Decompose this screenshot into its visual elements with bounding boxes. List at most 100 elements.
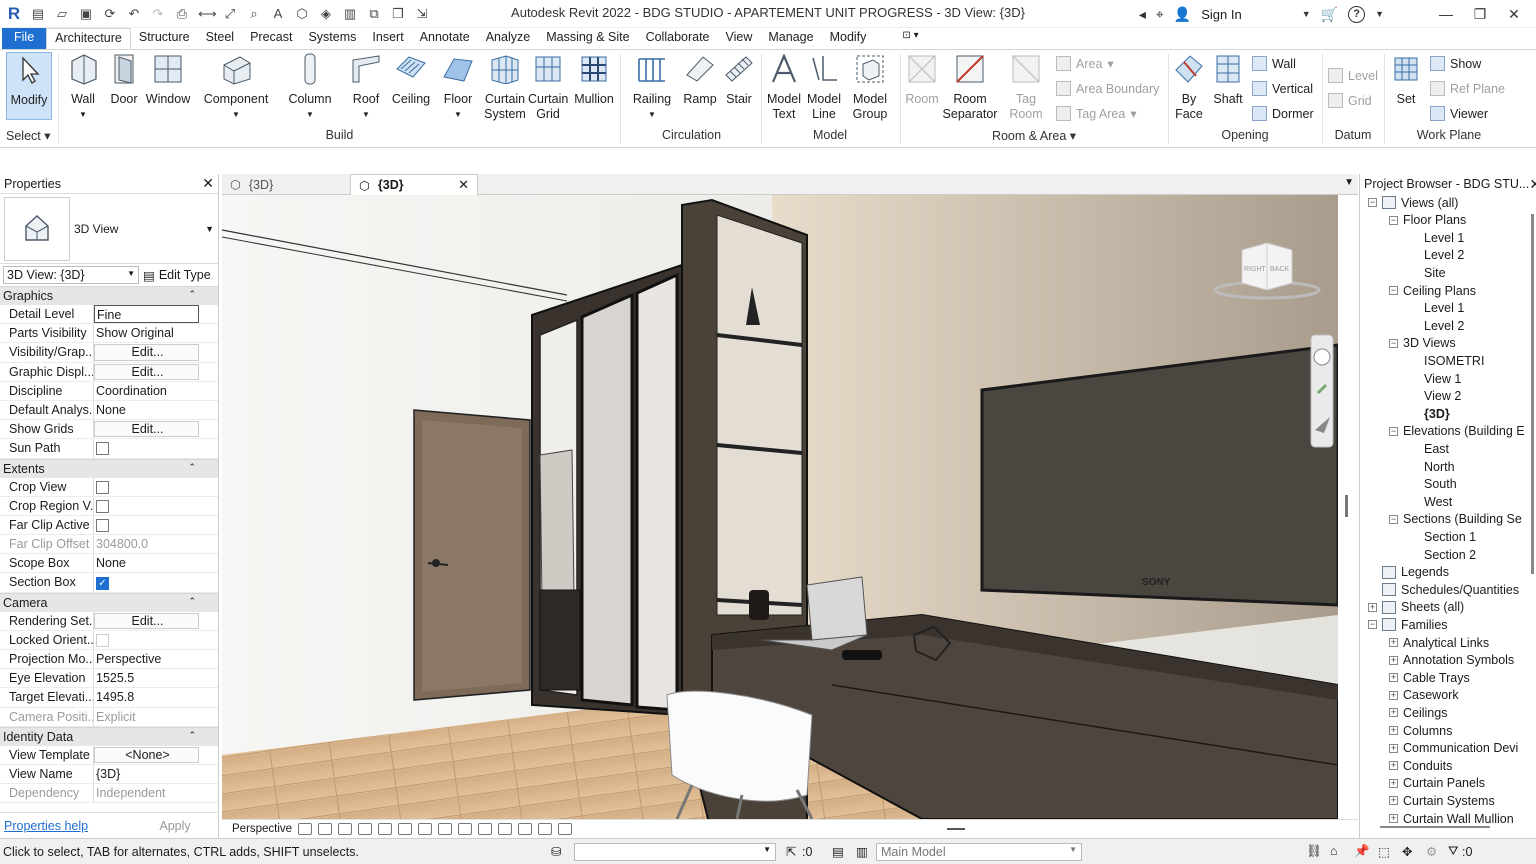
browser-item[interactable]: South [1410,476,1457,493]
switch-windows-icon[interactable]: ❐ [390,6,406,22]
tab-view[interactable]: View [718,28,761,49]
detail-level-icon[interactable] [298,822,313,835]
tree-toggle-icon[interactable]: + [1389,778,1398,788]
tab-analyze[interactable]: Analyze [478,28,538,49]
shaft-button[interactable]: Shaft [1208,52,1248,107]
curtain-system-button[interactable]: Curtain System [482,52,528,122]
tree-toggle-icon[interactable]: − [1368,620,1377,630]
property-value[interactable]: 1525.5 [94,669,199,687]
browser-item[interactable]: + Conduits [1389,757,1452,774]
horizontal-scroll-thumb[interactable] [947,828,965,830]
tab-precast[interactable]: Precast [242,28,300,49]
browser-hscrollbar[interactable] [1380,826,1490,828]
room-separator-button[interactable]: Room Separator [940,52,1000,122]
filter-icon[interactable]: ⛛ [1448,844,1459,859]
tab-structure[interactable]: Structure [131,28,198,49]
project-browser-close-icon[interactable]: ✕ [1529,176,1536,193]
group-identity-data[interactable]: Identity Data ⌃ [0,726,218,746]
browser-item[interactable]: + Curtain Panels [1389,775,1485,792]
visual-style-icon[interactable] [318,822,333,835]
type-selector[interactable]: 3D View ▼ [0,194,218,264]
print-icon[interactable]: ⎙ [174,6,190,22]
checkbox-checked[interactable]: ✓ [96,577,109,591]
browser-item[interactable]: − Families [1368,616,1448,633]
background-process-icon[interactable]: ⚙ [1426,844,1437,859]
3d-view-icon[interactable]: ⬡ [294,6,310,22]
view-tab-3d-inactive[interactable]: ⬡ {3D} [222,174,350,195]
tag-room-button[interactable]: Tag Room [1006,52,1046,122]
property-value[interactable] [94,478,199,496]
browser-item[interactable]: − Ceiling Plans [1389,282,1476,299]
tree-toggle-icon[interactable]: + [1368,602,1377,612]
projection-mode-label[interactable]: Perspective [232,823,292,835]
ribbon-toggle-icon[interactable]: ⊡ ▾ [894,28,926,49]
by-face-button[interactable]: By Face [1170,52,1208,122]
select-underlay-icon[interactable]: ⌂ [1330,844,1338,858]
ramp-button[interactable]: Ramp [680,52,720,107]
property-value[interactable]: Perspective [94,650,199,668]
tab-manage[interactable]: Manage [760,28,821,49]
ref-plane-button[interactable]: Ref Plane [1430,81,1505,96]
shadows-icon[interactable] [358,822,373,835]
tree-toggle-icon[interactable]: − [1389,286,1398,295]
select-panel-label[interactable]: Select ▾ [6,128,52,143]
collapse-icon[interactable]: ⌃ [188,462,196,473]
show-crop-icon[interactable] [418,822,433,835]
modify-button[interactable]: Modify [6,52,52,120]
browser-item[interactable]: + Curtain Systems [1389,792,1495,809]
redo-icon[interactable]: ↷ [150,6,166,22]
tab-architecture[interactable]: Architecture [46,28,131,49]
tree-toggle-icon[interactable]: + [1389,690,1398,700]
property-value[interactable]: <None> [94,746,199,763]
home-icon[interactable]: ▤ [30,6,46,22]
property-value[interactable]: Show Original [94,324,199,342]
browser-item[interactable]: Section 1 [1410,528,1476,545]
tab-insert[interactable]: Insert [364,28,411,49]
browser-item[interactable]: + Communication Devi [1389,740,1518,757]
vertical-opening-button[interactable]: Vertical [1252,81,1313,96]
viewer-button[interactable]: Viewer [1430,106,1488,121]
property-value[interactable] [94,497,199,515]
tree-toggle-icon[interactable]: + [1389,638,1398,647]
browser-scrollbar[interactable] [1531,214,1534,574]
model-text-button[interactable]: Model Text [764,52,804,122]
tree-toggle-icon[interactable]: + [1389,708,1398,718]
open-icon[interactable]: ▱ [54,6,70,22]
back-arrow-icon[interactable]: ◂ [1139,6,1146,23]
tree-toggle-icon[interactable]: − [1389,514,1398,524]
tab-systems[interactable]: Systems [300,28,364,49]
browser-item[interactable]: Level 2 [1410,317,1464,334]
highlight-displacement-icon[interactable] [538,822,553,835]
browser-item[interactable]: + Columns [1389,722,1452,739]
section-icon[interactable]: ◈ [318,6,334,22]
browser-item[interactable]: + Curtain Wall Mullion [1389,810,1514,827]
browser-item[interactable]: {3D} [1410,405,1450,422]
apply-button[interactable]: Apply [135,819,215,833]
component-button[interactable]: Component ▼ [200,52,272,122]
dormer-button[interactable]: Dormer [1252,106,1314,121]
browser-item[interactable]: + Casework [1389,687,1459,704]
sign-in-link[interactable]: Sign In [1201,7,1241,22]
property-value[interactable]: Fine [94,305,199,324]
tree-toggle-icon[interactable]: + [1389,673,1398,683]
checkbox[interactable] [96,442,109,456]
group-graphics[interactable]: Graphics ⌃ [0,286,218,305]
checkbox[interactable] [96,499,109,513]
select-links-icon[interactable]: ⛓ [1306,844,1322,859]
reveal-hidden-icon[interactable] [478,822,493,835]
browser-item[interactable]: Site [1410,264,1446,281]
stair-button[interactable]: Stair [720,52,758,107]
crop-view-icon[interactable] [398,822,413,835]
tree-toggle-icon[interactable]: + [1389,814,1398,823]
checkbox[interactable] [96,480,109,494]
save-icon[interactable]: ▣ [78,6,94,22]
minimize-button[interactable]: — [1434,6,1458,22]
browser-item[interactable]: + Annotation Symbols [1389,652,1514,669]
help-chevron-icon[interactable]: ▼ [1375,9,1384,19]
browser-item[interactable]: View 2 [1410,388,1461,405]
browser-item[interactable]: − Elevations (Building E [1389,423,1525,440]
tree-toggle-icon[interactable]: + [1389,726,1398,735]
grid-button[interactable]: Grid [1328,93,1372,108]
tab-close-icon[interactable]: ✕ [458,177,469,193]
browser-item[interactable]: + Sheets (all) [1368,599,1464,616]
